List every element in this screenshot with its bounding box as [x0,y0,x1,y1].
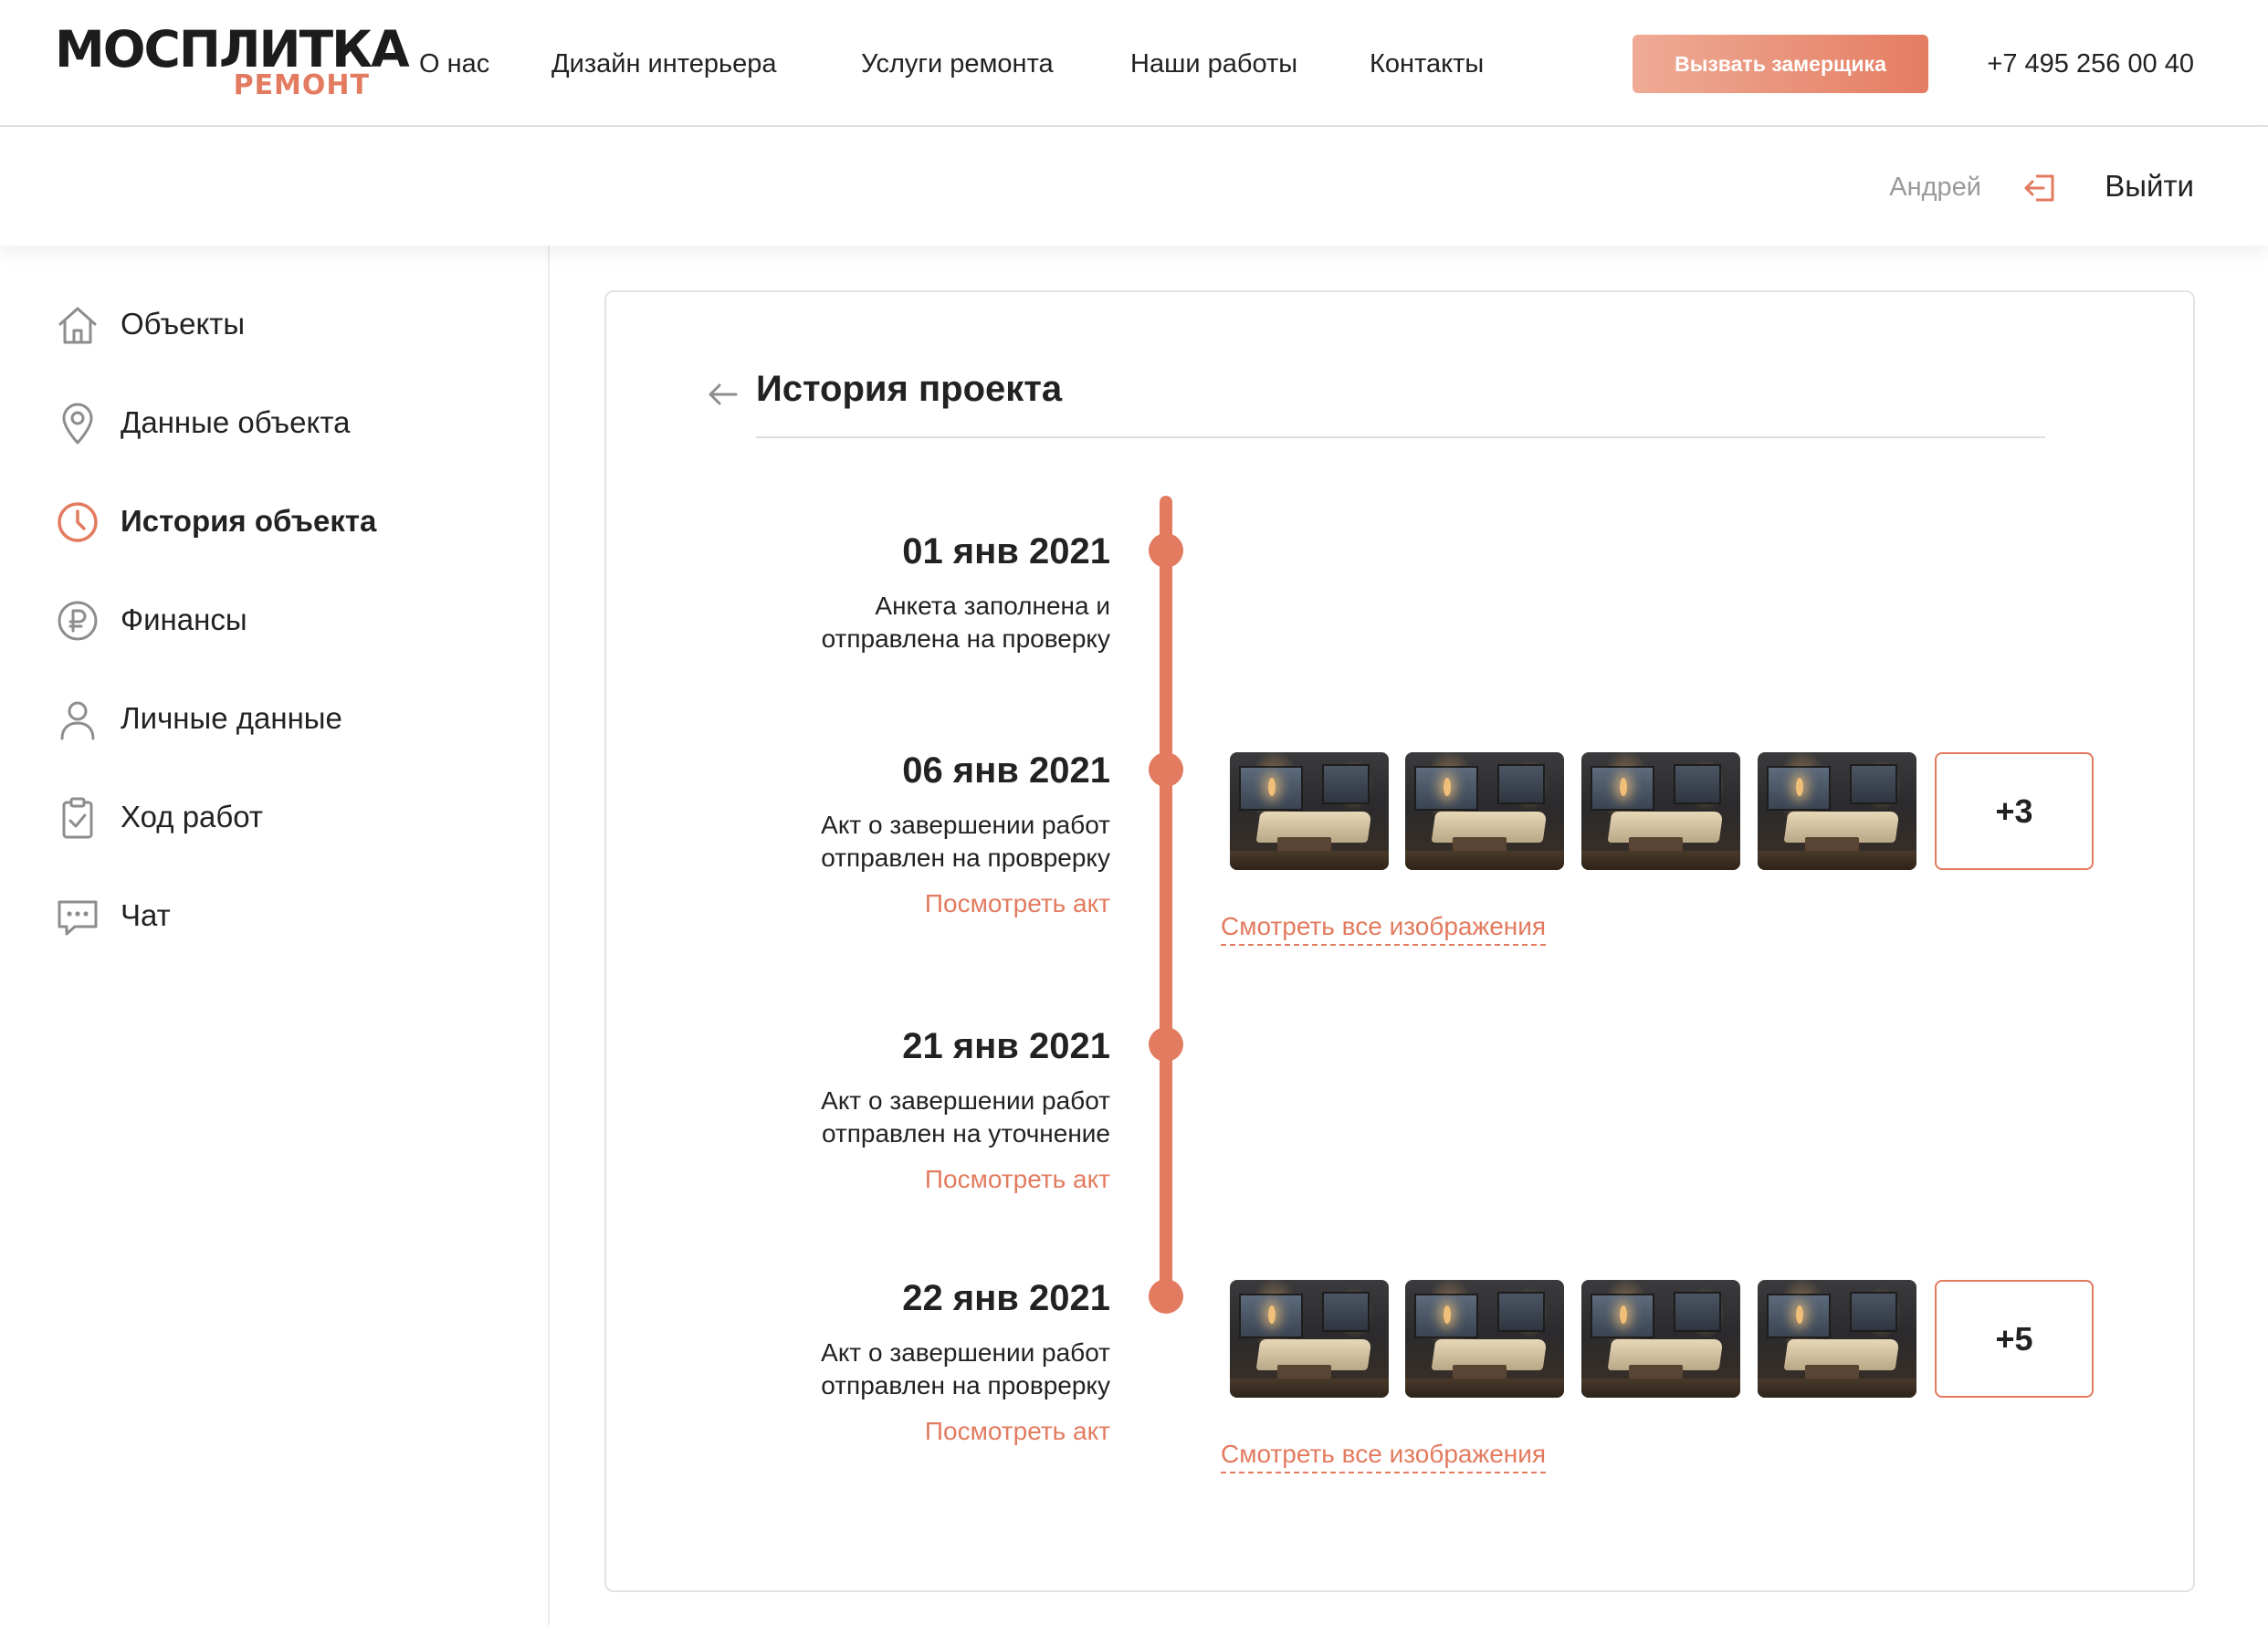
sidebar-item-label: Чат [121,898,171,932]
event-date: 21 янв 2021 [902,1026,1110,1066]
sidebar: Объекты Данные объекта История объекта Ф… [0,246,550,1625]
event-description: Акт о завершении работ отправлен на уточ… [821,1086,1110,1148]
event-date: 06 янв 2021 [902,750,1110,791]
photo-thumbnail[interactable] [1581,1280,1740,1398]
sidebar-item-chat[interactable]: Чат [55,890,530,941]
ruble-icon [58,601,98,641]
more-photos-button[interactable]: +5 [1935,1280,2094,1398]
nav-item-interior-design[interactable]: Дизайн интерьера [551,46,776,82]
nav-item-repair-services[interactable]: Услуги ремонта [861,46,1054,82]
sidebar-item-objects[interactable]: Объекты [55,299,530,350]
sidebar-item-label: Данные объекта [121,405,351,439]
user-icon [60,701,95,740]
home-icon [58,307,97,344]
username: Андрей [1889,173,1981,202]
sidebar-item-object-data[interactable]: Данные объекта [55,397,530,448]
view-all-images-link[interactable]: Смотреть все изображения [1221,1437,1547,1473]
event-date: 22 янв 2021 [902,1278,1110,1318]
photo-thumbnail[interactable] [1758,1280,1916,1398]
timeline-line [1160,496,1172,1308]
photo-thumbnail[interactable] [1230,752,1389,870]
sidebar-item-label: История объекта [121,504,377,538]
logo-sub-text: РЕМОНТ [233,69,370,101]
sidebar-item-label: Объекты [121,307,246,341]
view-act-link[interactable]: Посмотреть акт [925,887,1110,920]
sidebar-item-label: Финансы [121,603,247,636]
top-header: МОСПЛИТКА РЕМОНТ О нас Дизайн интерьера … [0,0,2268,127]
event-description: Акт о завершении работ отправлен на пров… [821,811,1110,872]
project-history-card: История проекта 01 янв 2021 Анкета запол… [604,290,2195,1592]
sidebar-item-work-progress[interactable]: Ход работ [55,792,530,843]
view-act-link[interactable]: Посмотреть акт [925,1163,1110,1196]
photo-thumbnail[interactable] [1758,752,1916,870]
call-measurer-button[interactable]: Вызвать замерщика [1633,35,1928,93]
sidebar-item-label: Личные данные [121,701,342,735]
sidebar-item-object-history[interactable]: История объекта [55,496,530,547]
chat-icon [58,900,98,936]
view-act-link[interactable]: Посмотреть акт [925,1415,1110,1448]
timeline-dot [1149,533,1183,568]
clipboard-check-icon [62,797,93,839]
clock-icon [58,502,98,542]
logout-icon[interactable] [2023,173,2056,204]
location-pin-icon [62,403,93,445]
nav-item-our-works[interactable]: Наши работы [1130,46,1297,82]
event-description: Анкета заполнена и отправлена на проверк… [821,592,1110,653]
event-description: Акт о завершении работ отправлен на пров… [821,1338,1110,1400]
photo-thumbnail[interactable] [1405,1280,1564,1398]
photo-thumbnail[interactable] [1405,752,1564,870]
view-all-images-link[interactable]: Смотреть все изображения [1221,909,1547,946]
sidebar-item-personal-data[interactable]: Личные данные [55,693,530,744]
nav-item-about[interactable]: О нас [419,46,489,82]
logo-main-text: МОСПЛИТКА [55,20,410,79]
logout-button[interactable]: Выйти [2105,167,2194,205]
timeline-dot [1149,1027,1183,1062]
timeline-dot [1149,1279,1183,1314]
photo-thumbnail[interactable] [1581,752,1740,870]
event-date: 01 янв 2021 [902,531,1110,571]
photo-thumbnail[interactable] [1230,1280,1389,1398]
back-arrow-icon[interactable] [705,376,741,413]
nav-item-contacts[interactable]: Контакты [1370,46,1484,82]
logo[interactable]: МОСПЛИТКА РЕМОНТ [55,22,410,104]
user-bar: Андрей Выйти [0,127,2268,246]
title-divider [756,436,2045,438]
timeline-dot [1149,752,1183,787]
page-title: История проекта [756,369,1063,409]
sidebar-item-label: Ход работ [121,800,264,833]
sidebar-item-finances[interactable]: Финансы [55,594,530,645]
phone-number[interactable]: +7 495 256 00 40 [1987,46,2194,82]
more-photos-button[interactable]: +3 [1935,752,2094,870]
